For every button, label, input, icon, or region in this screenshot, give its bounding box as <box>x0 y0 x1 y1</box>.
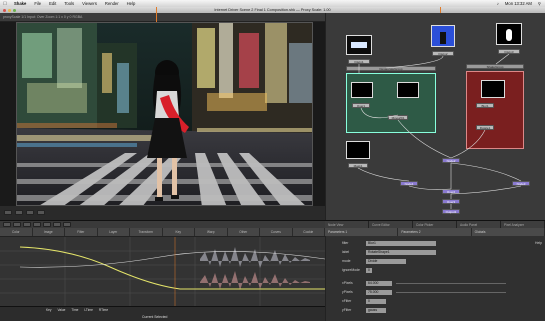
label-time: Time <box>71 308 79 312</box>
volume-icon[interactable]: ♪ <box>497 1 499 6</box>
curve-info-bar: Key Value Time LTime RTime Current Selec… <box>0 306 325 321</box>
tab-other-tools[interactable]: Other <box>228 228 260 236</box>
label-key: Key <box>46 308 52 312</box>
tab-transform[interactable] <box>43 222 51 227</box>
viewer-controls <box>0 206 325 220</box>
menu-tools[interactable]: Tools <box>60 1 78 6</box>
current-selected-label: Current Selected <box>142 315 168 319</box>
node-tree-panel[interactable]: FileIn1 FileIn2 FileIn3 DesaturateGroup … <box>325 13 545 220</box>
tab-image[interactable] <box>13 222 21 227</box>
window-controls[interactable] <box>3 8 16 12</box>
city-street-image <box>17 23 312 205</box>
param-value-field[interactable]: 0 <box>366 299 386 304</box>
label-value: Value <box>57 308 66 312</box>
tab-color-picker[interactable]: Color Picker <box>413 221 457 228</box>
tab-warp-tools[interactable]: Warp <box>195 228 228 236</box>
minimize-window-button[interactable] <box>8 8 11 12</box>
curve-graph <box>0 237 326 307</box>
viewer-toolbar: proxyScale 1/1 Input: Over Zoom 1:1 x 0 … <box>0 13 325 22</box>
tab-node-view[interactable]: Node View <box>325 221 369 228</box>
tab-key[interactable] <box>53 222 61 227</box>
viewer-image[interactable] <box>16 22 313 206</box>
parameters-panel: Help filter Blur1 label RotateShape1 mod… <box>325 236 545 321</box>
close-window-button[interactable] <box>3 8 6 12</box>
curve-editor[interactable] <box>0 236 326 307</box>
ypixels-slider[interactable] <box>396 292 506 293</box>
param-value-dropdown[interactable]: Divide <box>366 259 406 264</box>
xpixels-slider[interactable] <box>396 283 506 284</box>
tab-layer[interactable] <box>33 222 41 227</box>
menu-file[interactable]: File <box>30 1 45 6</box>
tab-curve-editor[interactable]: Curve Editor <box>369 221 413 228</box>
param-row-yfilter: yFilter gauss <box>326 307 545 314</box>
param-value-field[interactable]: 64.000 <box>366 281 392 286</box>
param-label: mode <box>342 259 351 263</box>
param-row-filter: filter Blur1 <box>326 240 545 247</box>
tab-image-tools[interactable]: Image <box>33 228 65 236</box>
param-value-field[interactable]: RotateShape1 <box>366 250 436 255</box>
zoom-window-button[interactable] <box>13 8 16 12</box>
param-label: xFilter <box>342 299 352 303</box>
tab-filter-tools[interactable]: Filter <box>65 228 98 236</box>
tab-transform-tools[interactable]: Transform <box>130 228 163 236</box>
play-icon[interactable] <box>4 210 12 215</box>
param-row-ypixels: yPixels 75.000 <box>326 289 545 296</box>
param-label: label <box>342 250 350 254</box>
annotation-marker-viewer <box>156 7 157 22</box>
tab-filter[interactable] <box>23 222 31 227</box>
tab-parameters-2[interactable]: Parameters 2 <box>398 228 472 236</box>
param-value-field[interactable]: Blur1 <box>366 241 436 246</box>
tab-cookie[interactable]: Cookie <box>293 228 325 236</box>
tab-parameters-1[interactable]: Parameters 1 <box>325 228 399 236</box>
apple-menu-icon[interactable]:  <box>0 1 10 7</box>
param-value-field[interactable]: 75.000 <box>366 290 392 295</box>
tool-tabs <box>0 220 325 228</box>
node-connections <box>357 53 522 209</box>
param-row-mode: mode Divide <box>326 258 545 265</box>
param-row-label: label RotateShape1 <box>326 249 545 256</box>
menu-viewers[interactable]: Viewers <box>78 1 101 6</box>
param-label: yPixels <box>342 290 353 294</box>
param-value-field[interactable]: 0 <box>366 268 372 273</box>
zoom-icon[interactable] <box>37 210 45 215</box>
label-ltime: LTime <box>84 308 93 312</box>
window-title: Internet Driver Scene 2 Final 1 Composit… <box>214 8 331 12</box>
tab-curves[interactable]: Curves <box>260 228 293 236</box>
tab-layer-tools[interactable]: Layer <box>98 228 130 236</box>
curve-editor-tabs: Color Image Filter Layer Transform Key W… <box>0 228 325 236</box>
compare-icon[interactable] <box>26 210 34 215</box>
spotlight-icon[interactable]: ⚲ <box>538 1 541 6</box>
param-row-xpixels: xPixels 64.000 <box>326 280 545 287</box>
tab-pixel-analyzer[interactable]: Pixel Analyzer <box>501 221 545 228</box>
param-label: ignoreMode <box>342 268 360 272</box>
stop-icon[interactable] <box>15 210 23 215</box>
viewer-info: proxyScale 1/1 Input: Over Zoom 1:1 x 0 … <box>3 15 83 19</box>
menu-help[interactable]: Help <box>123 1 140 6</box>
parameter-tabs: Parameters 1 Parameters 2 Globals <box>325 228 545 236</box>
param-value-field[interactable]: gauss <box>366 308 386 313</box>
label-rtime: RTime <box>98 308 109 312</box>
param-label: xPixels <box>342 281 353 285</box>
menubar-clock[interactable]: Mon 13:32 AM <box>505 1 532 6</box>
tab-warp[interactable] <box>63 222 71 227</box>
panel-tabs: Node View Curve Editor Color Picker Audi… <box>325 220 545 228</box>
tab-globals[interactable]: Globals <box>472 228 545 236</box>
param-label: yFilter <box>342 308 352 312</box>
param-label: filter <box>342 241 349 245</box>
menu-edit[interactable]: Edit <box>45 1 60 6</box>
tab-key-tools[interactable]: Key <box>163 228 195 236</box>
tab-color[interactable] <box>3 222 11 227</box>
param-row-ignoremode: ignoreMode 0 <box>326 267 545 274</box>
tab-color-tools[interactable]: Color <box>0 228 33 236</box>
menu-app-shake[interactable]: Shake <box>10 1 30 6</box>
param-row-xfilter: xFilter 0 <box>326 298 545 305</box>
menu-render[interactable]: Render <box>101 1 123 6</box>
tab-audio-panel[interactable]: Audio Panel <box>457 221 501 228</box>
menubar:  Shake File Edit Tools Viewers Render H… <box>0 0 545 7</box>
